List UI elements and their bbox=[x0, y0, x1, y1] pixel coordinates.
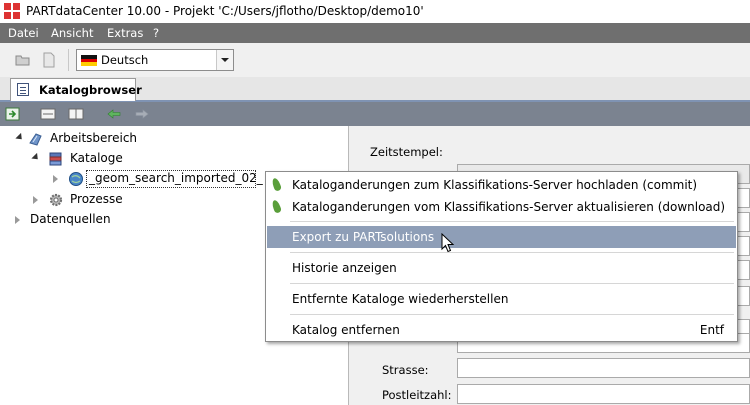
menu-item-history[interactable]: Historie anzeigen bbox=[267, 257, 736, 279]
menu-item-restore[interactable]: Entfernte Kataloge wiederherstellen bbox=[267, 288, 736, 310]
menu-item-commit[interactable]: Kataloganderungen zum Klassifikations-Se… bbox=[267, 174, 736, 196]
menu-separator bbox=[290, 283, 734, 284]
expand-open-icon[interactable] bbox=[31, 152, 41, 163]
split-view-icon[interactable] bbox=[68, 106, 84, 122]
menu-ansicht[interactable]: Ansicht bbox=[51, 26, 93, 40]
menu-item-label: Export zu PARTsolutions bbox=[292, 230, 435, 244]
menu-item-label: Katalog entfernen bbox=[292, 323, 400, 337]
zip-label: Postleitzahl: bbox=[382, 388, 452, 402]
menu-item-shortcut: Entf bbox=[699, 323, 724, 337]
title-bar: PARTdataCenter 10.00 - Projekt 'C:/Users… bbox=[0, 0, 750, 23]
app-icon bbox=[4, 3, 20, 19]
forward-arrow-icon[interactable] bbox=[134, 106, 150, 122]
tree-label: Kataloge bbox=[70, 151, 123, 165]
expand-closed-icon[interactable] bbox=[53, 175, 58, 183]
menu-help[interactable]: ? bbox=[153, 26, 159, 40]
menu-separator bbox=[290, 221, 734, 222]
tab-label: Katalogbrowser bbox=[39, 83, 142, 97]
toolbar-separator bbox=[68, 49, 69, 71]
tree-item-kataloge[interactable]: Kataloge bbox=[30, 150, 330, 168]
mouse-cursor-icon bbox=[441, 232, 455, 253]
street-field[interactable] bbox=[457, 358, 750, 378]
street-label: Strasse: bbox=[382, 363, 429, 377]
tab-katalogbrowser[interactable]: Katalogbrowser bbox=[10, 78, 142, 101]
expand-closed-icon[interactable] bbox=[15, 216, 20, 224]
chevron-down-icon bbox=[221, 58, 229, 62]
menu-item-remove[interactable]: Katalog entfernen Entf bbox=[267, 319, 736, 341]
browser-toolbar bbox=[0, 102, 750, 126]
workspace-icon bbox=[28, 131, 44, 147]
expand-open-icon[interactable] bbox=[15, 132, 25, 143]
menu-item-download[interactable]: Kataloganderungen vom Klassifikations-Se… bbox=[267, 196, 736, 218]
menu-item-label: Kataloganderungen zum Klassifikations-Se… bbox=[292, 178, 698, 192]
tree-label: Arbeitsbereich bbox=[50, 131, 138, 145]
open-icon[interactable] bbox=[14, 51, 32, 69]
menu-bar: Datei Ansicht Extras ? bbox=[0, 23, 750, 43]
timestamp-label: Zeitstempel: bbox=[370, 145, 443, 159]
collapse-icon[interactable] bbox=[40, 106, 56, 122]
tree-label: Prozesse bbox=[70, 192, 123, 206]
context-menu: Kataloganderungen zum Klassifikations-Se… bbox=[265, 171, 738, 342]
leaf-icon bbox=[270, 199, 283, 214]
back-arrow-icon[interactable] bbox=[106, 106, 122, 122]
menu-datei[interactable]: Datei bbox=[8, 26, 39, 40]
menu-item-label: Historie anzeigen bbox=[292, 261, 397, 275]
gear-icon bbox=[48, 192, 64, 208]
zip-field[interactable] bbox=[457, 384, 750, 404]
menu-item-label: Entfernte Kataloge wiederherstellen bbox=[292, 292, 509, 306]
window-title: PARTdataCenter 10.00 - Projekt 'C:/Users… bbox=[26, 4, 424, 18]
expand-closed-icon[interactable] bbox=[33, 196, 38, 204]
leaf-icon bbox=[270, 177, 283, 192]
german-flag-icon bbox=[81, 55, 97, 67]
catalog-browser-icon bbox=[17, 83, 29, 96]
tree-label: _geom_search_imported_02_ bbox=[89, 171, 263, 185]
language-value: Deutsch bbox=[101, 53, 149, 67]
language-dropdown-button[interactable] bbox=[216, 50, 233, 70]
catalogs-stack-icon bbox=[48, 151, 64, 167]
menu-separator bbox=[290, 314, 734, 315]
language-select[interactable]: Deutsch bbox=[76, 49, 234, 71]
tree-item-arbeitsbereich[interactable]: Arbeitsbereich bbox=[14, 130, 334, 148]
menu-item-export[interactable]: Export zu PARTsolutions bbox=[267, 226, 736, 248]
export-icon[interactable] bbox=[5, 106, 21, 122]
catalog-globe-icon bbox=[68, 171, 84, 187]
document-icon[interactable] bbox=[40, 51, 58, 69]
menu-separator bbox=[290, 252, 734, 253]
menu-item-label: Kataloganderungen vom Klassifikations-Se… bbox=[292, 200, 726, 214]
tree-label: Datenquellen bbox=[30, 212, 111, 226]
menu-extras[interactable]: Extras bbox=[107, 26, 143, 40]
